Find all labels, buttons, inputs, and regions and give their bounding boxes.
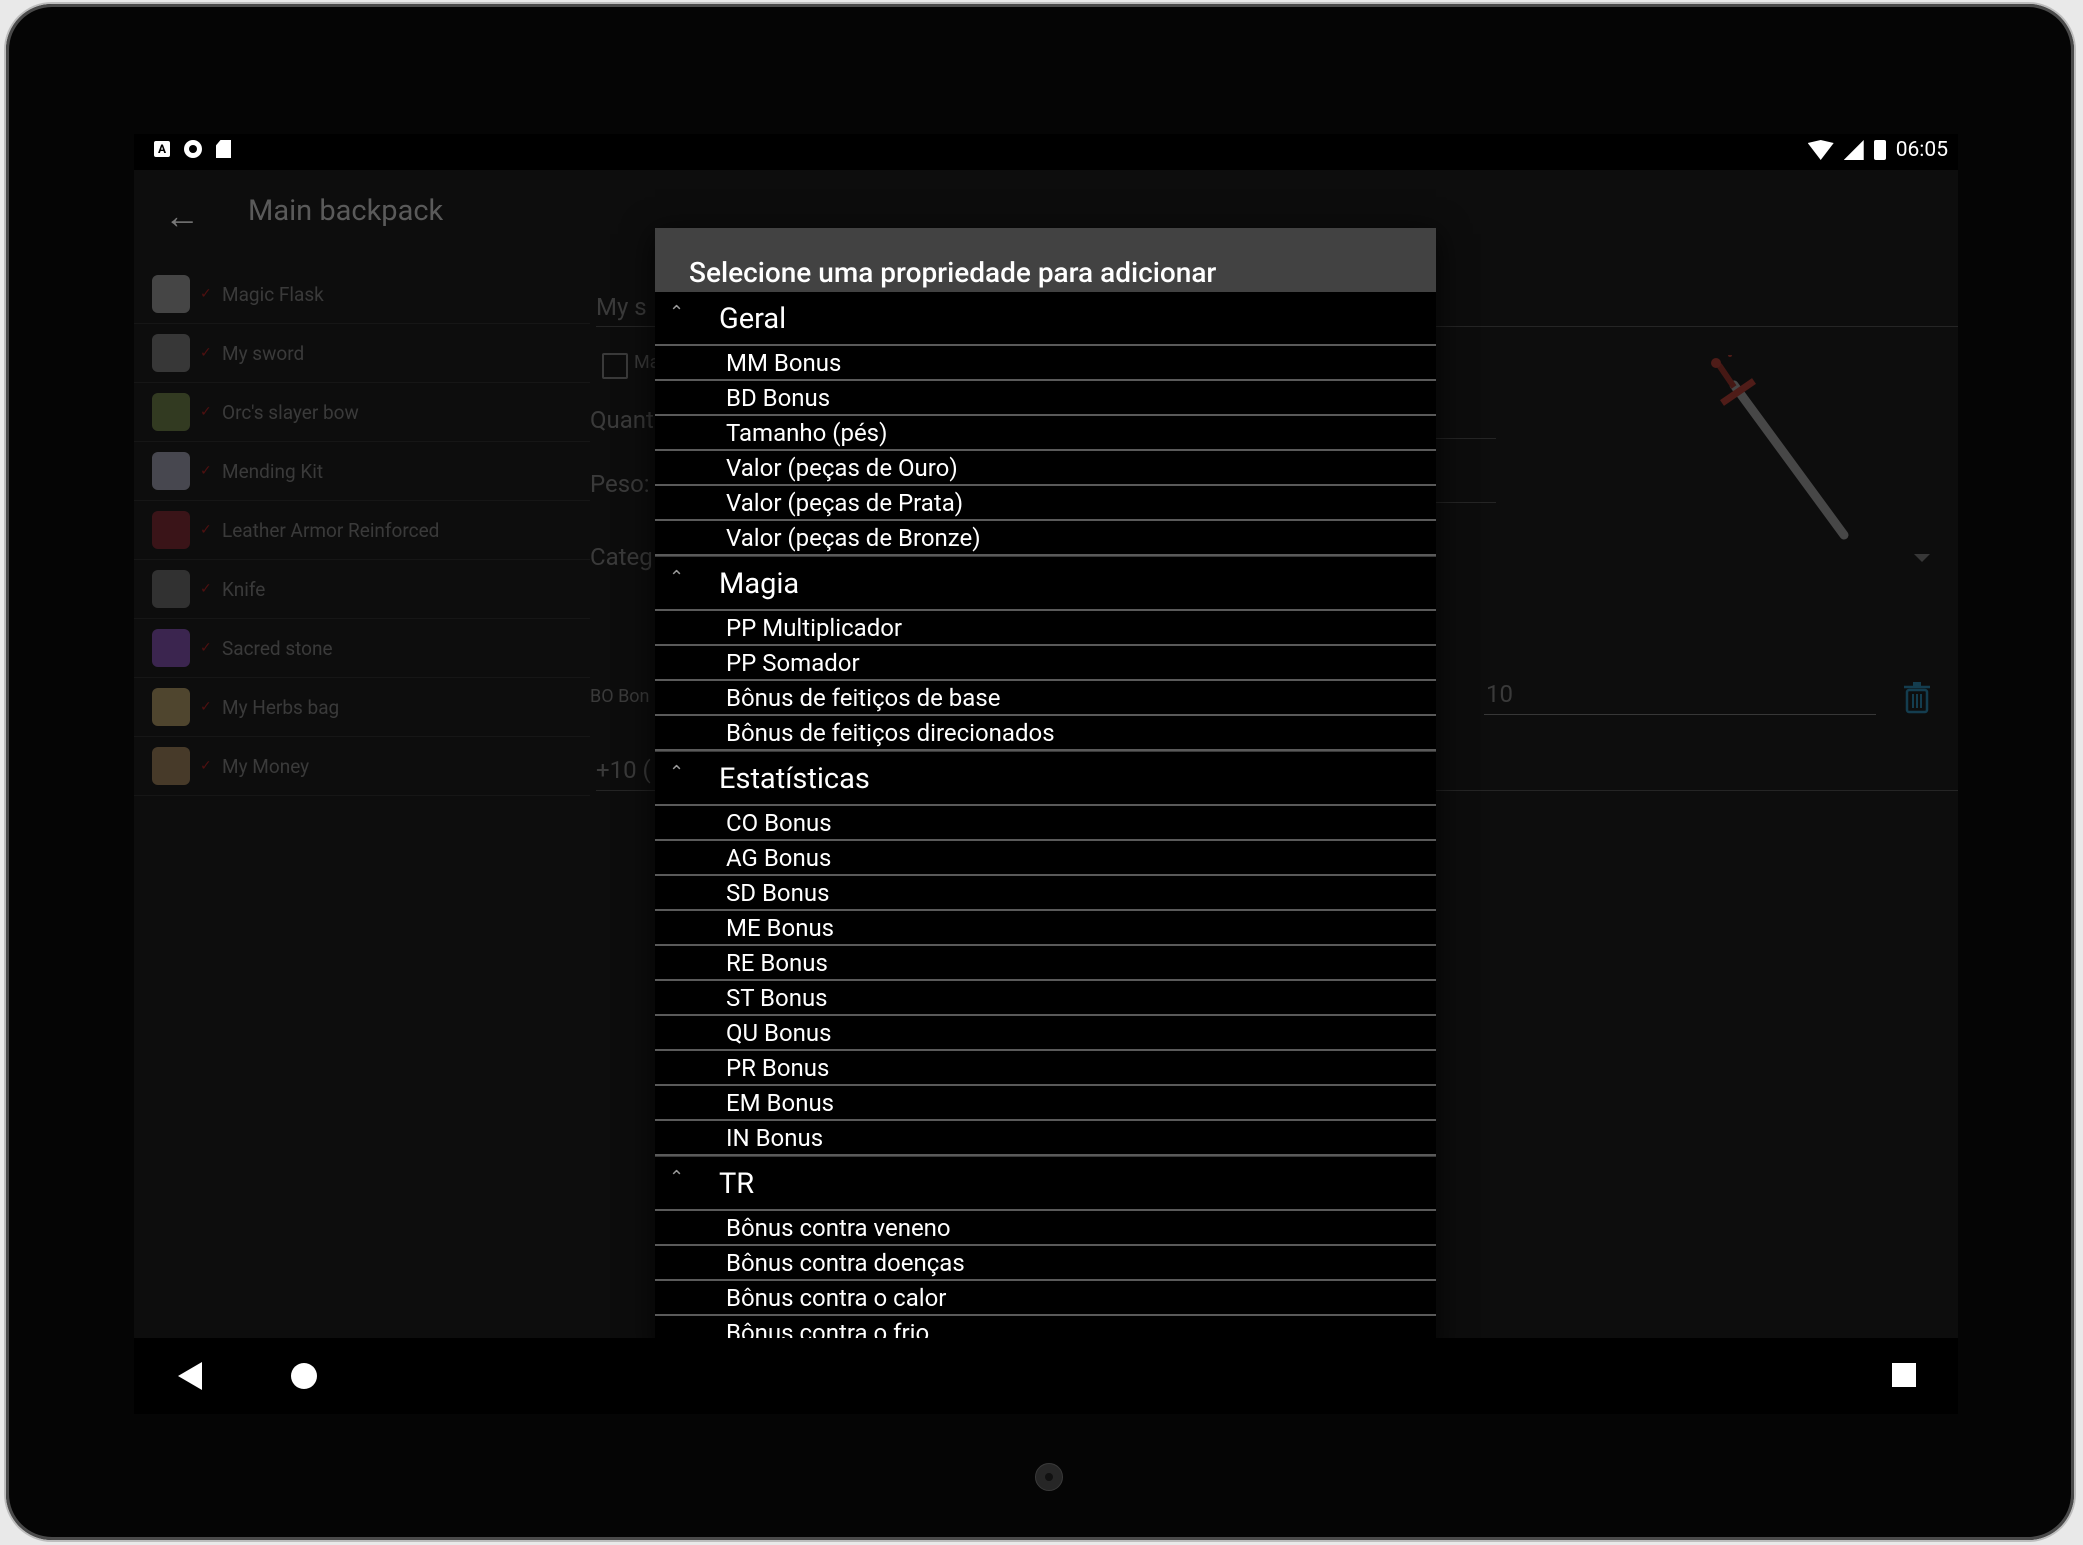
property-item[interactable]: Valor (peças de Ouro) [655,451,1436,486]
property-item[interactable]: PP Somador [655,646,1436,681]
chevron-up-icon: ⌃ [669,302,685,323]
group-label: Geral [719,302,787,336]
property-group: ⌃ Magia PP Multiplicador PP Somador Bônus de… [655,557,1436,752]
property-label: EM Bonus [726,1089,835,1117]
property-item[interactable]: Valor (peças de Bronze) [655,521,1436,556]
property-item[interactable]: Tamanho (pés) [655,416,1436,451]
property-label: PP Somador [726,649,860,677]
property-group: ⌃ TR Bônus contra veneno Bônus contra doenç… [655,1157,1436,1352]
group-label: Estatísticas [719,762,870,796]
property-item[interactable]: Bônus contra veneno [655,1211,1436,1246]
group-label: Magia [719,567,800,601]
status-left-icons: A [154,140,231,158]
group-label: TR [719,1167,755,1201]
property-list[interactable]: ⌃ Geral MM Bonus BD Bonus Tamanho (pés) Valor… [655,292,1436,1352]
property-item[interactable]: ST Bonus [655,981,1436,1016]
property-label: Valor (peças de Ouro) [726,454,958,482]
notification-record-icon [184,140,202,158]
property-item[interactable]: Bônus de feitiços direcionados [655,716,1436,751]
battery-icon [1873,140,1886,160]
property-item[interactable]: ME Bonus [655,911,1436,946]
property-item[interactable]: EM Bonus [655,1086,1436,1121]
property-label: Bônus de feitiços de base [726,684,1001,712]
group-header[interactable]: ⌃ TR [655,1157,1436,1211]
property-group: ⌃ Estatísticas CO Bonus AG Bonus SD Bonus ME … [655,752,1436,1157]
property-item[interactable]: QU Bonus [655,1016,1436,1051]
property-item[interactable]: Bônus contra o calor [655,1281,1436,1316]
group-header[interactable]: ⌃ Magia [655,557,1436,611]
status-time: 06:05 [1895,138,1948,162]
property-label: Valor (peças de Prata) [726,489,964,517]
status-bar: A 06:05 [134,134,1958,170]
nav-home-icon[interactable] [291,1363,317,1389]
property-label: RE Bonus [726,949,828,977]
property-label: MM Bonus [726,349,842,377]
property-label: Bônus contra doenças [726,1249,965,1277]
property-label: SD Bonus [726,879,830,907]
group-header[interactable]: ⌃ Estatísticas [655,752,1436,806]
navigation-bar [134,1338,1958,1414]
sd-card-icon [216,140,231,158]
property-item[interactable]: CO Bonus [655,806,1436,841]
chevron-up-icon: ⌃ [669,567,685,588]
property-item[interactable]: AG Bonus [655,841,1436,876]
app-content: ← Main backpack ✓ Magic Flask ✓ My sword ✓ Or… [134,170,1958,1352]
property-label: ME Bonus [726,914,835,942]
wifi-icon [1807,140,1834,160]
screen: A 06:05 ← Main backpack ✓ Magic Flask ✓ My … [134,134,1958,1414]
status-right: 06:05 [1807,138,1948,162]
property-label: Bônus contra o calor [726,1284,947,1312]
property-label: BD Bonus [726,384,831,412]
property-label: PP Multiplicador [726,614,903,642]
nav-back-icon[interactable] [178,1362,202,1390]
property-item[interactable]: Bônus de feitiços de base [655,681,1436,716]
front-camera [1035,1463,1063,1491]
dialog-header: Selecione uma propriedade para adicionar [655,228,1436,292]
property-item[interactable]: BD Bonus [655,381,1436,416]
property-label: Bônus contra veneno [726,1214,951,1242]
property-label: Valor (peças de Bronze) [726,524,981,552]
property-item[interactable]: IN Bonus [655,1121,1436,1156]
property-label: AG Bonus [726,844,832,872]
property-label: IN Bonus [726,1124,824,1152]
property-item[interactable]: Bônus contra doenças [655,1246,1436,1281]
property-group: ⌃ Geral MM Bonus BD Bonus Tamanho (pés) Valor… [655,292,1436,557]
property-item[interactable]: Valor (peças de Prata) [655,486,1436,521]
property-item[interactable]: MM Bonus [655,346,1436,381]
property-item[interactable]: PR Bonus [655,1051,1436,1086]
property-item[interactable]: PP Multiplicador [655,611,1436,646]
chevron-up-icon: ⌃ [669,762,685,783]
property-label: Bônus de feitiços direcionados [726,719,1055,747]
tablet-frame: A 06:05 ← Main backpack ✓ Magic Flask ✓ My … [6,4,2074,1540]
property-label: Tamanho (pés) [726,419,888,447]
property-label: QU Bonus [726,1019,832,1047]
property-item[interactable]: SD Bonus [655,876,1436,911]
property-item[interactable]: RE Bonus [655,946,1436,981]
chevron-up-icon: ⌃ [669,1167,685,1188]
notification-a-icon: A [154,141,170,157]
group-header[interactable]: ⌃ Geral [655,292,1436,346]
nav-recents-icon[interactable] [1892,1363,1916,1387]
property-label: ST Bonus [726,984,828,1012]
property-label: PR Bonus [726,1054,830,1082]
property-picker-dialog: Selecione uma propriedade para adicionar… [655,228,1436,1352]
signal-icon [1843,140,1864,160]
property-label: CO Bonus [726,809,832,837]
dialog-title: Selecione uma propriedade para adicionar [689,256,1217,289]
